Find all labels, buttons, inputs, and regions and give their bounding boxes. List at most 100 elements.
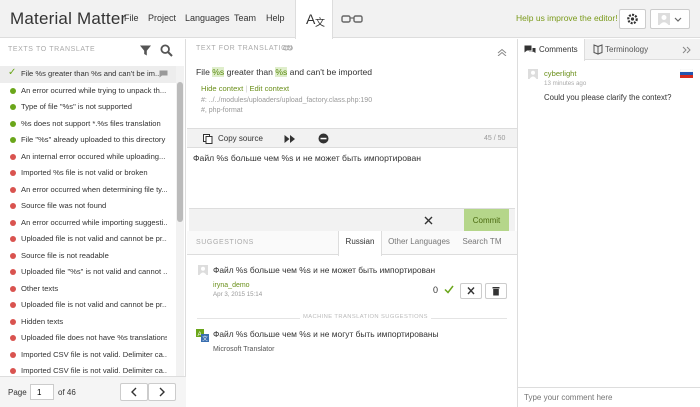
suggestion-text[interactable]: Файл %s больше чем %s и не может быть им… (213, 265, 435, 275)
list-item[interactable]: Hidden texts (0, 314, 176, 331)
list-item[interactable]: Imported %s file is not valid or broken (0, 165, 176, 182)
minus-circle-icon[interactable] (318, 133, 329, 144)
suggestions-title: SUGGESTIONS (196, 239, 254, 246)
list-item[interactable]: Uploaded file is not valid and cannot be… (0, 297, 176, 314)
commit-button[interactable]: Commit (464, 209, 509, 232)
tab-other-languages[interactable]: Other Languages (384, 231, 454, 255)
fast-forward-icon[interactable] (284, 134, 296, 144)
help-improve-link[interactable]: Help us improve the editor! (516, 13, 618, 23)
settings-button[interactable] (619, 9, 646, 29)
list-item-label: %s does not support *.%s files translati… (21, 118, 161, 128)
comments-icon (524, 45, 536, 53)
search-icon[interactable] (160, 44, 173, 57)
nav-team[interactable]: Team (234, 13, 256, 23)
list-item[interactable]: Other texts (0, 281, 176, 298)
chevron-left-icon (131, 387, 137, 397)
comment-text: Could you please clarify the context? (544, 93, 672, 102)
list-item-label: Imported %s file is not valid or broken (21, 168, 148, 177)
list-item-label: File %s greater than %s and can't be im.… (21, 69, 162, 78)
comment-input[interactable] (518, 387, 700, 407)
tab-russian[interactable]: Russian (338, 231, 382, 256)
status-dot-icon (10, 170, 16, 176)
list-item-label: Hidden texts (21, 316, 64, 326)
avatar (198, 265, 208, 275)
hide-context-link[interactable]: Hide context (201, 84, 243, 93)
proofread-mode-button[interactable] (333, 0, 371, 38)
list-item-label: Type of file "%s" is not supported (21, 102, 132, 111)
next-page-button[interactable] (148, 383, 176, 401)
char-counter: 45 / 50 (484, 135, 506, 142)
texts-list-scroll-thumb[interactable] (177, 82, 183, 222)
approve-check-icon[interactable] (444, 285, 454, 294)
book-icon (593, 44, 603, 55)
edit-context-link[interactable]: Edit context (249, 84, 289, 93)
reject-suggestion-button[interactable] (460, 283, 482, 299)
tab-terminology[interactable]: Terminology (588, 39, 668, 60)
copy-source-button[interactable]: Copy source (201, 129, 271, 149)
status-dot-icon (10, 153, 16, 160)
context-links: Hide context | Edit context (201, 84, 290, 93)
trash-icon (492, 287, 500, 296)
status-dot-icon (10, 351, 16, 358)
placeholder-token: %s (212, 67, 225, 77)
list-item[interactable]: Imported CSV file is not valid. Delimite… (0, 363, 176, 376)
machine-suggestion-text[interactable]: Файл %s больше чем %s и не могут быть им… (213, 329, 439, 339)
placeholder-token: %s (275, 67, 288, 77)
tab-terminology-label: Terminology (605, 45, 649, 54)
list-item[interactable]: ✓ File %s greater than %s and can't be im… (0, 66, 176, 83)
list-item-label: An error occurred while importing sugges… (21, 217, 167, 227)
suggestion-item: Файл %s больше чем %s и не может быть им… (187, 257, 517, 305)
delete-suggestion-button[interactable] (485, 283, 507, 299)
list-item[interactable]: Uploaded file is not valid and cannot be… (0, 231, 176, 248)
page-total: of 46 (58, 388, 76, 397)
list-item[interactable]: Source file is not readable (0, 248, 176, 265)
page-number-input[interactable] (30, 384, 54, 400)
list-item-label: Uploaded file is not valid and cannot be… (21, 300, 167, 309)
prev-page-button[interactable] (120, 383, 148, 401)
list-item-label: Imported CSV file is not valid. Delimite… (21, 366, 167, 375)
editor-panel: TEXT FOR TRANSLATION File %s greater tha… (187, 39, 517, 407)
status-dot-icon (10, 219, 16, 226)
list-item[interactable]: An error occurred when determining file … (0, 182, 176, 199)
link-icon[interactable] (283, 44, 293, 52)
suggestion-author[interactable]: iryna_demo (213, 282, 250, 289)
list-item[interactable]: Uploaded file "%s" is not valid and cann… (0, 264, 176, 281)
nav-help[interactable]: Help (266, 13, 285, 23)
user-icon (658, 13, 682, 25)
machine-suggestion-item: A 文 Файл %s больше чем %s и не могут быт… (187, 325, 517, 359)
user-menu-button[interactable] (650, 9, 690, 29)
editor-toolbar: Copy source 45 / 50 (187, 128, 517, 148)
list-item[interactable]: Source file was not found (0, 198, 176, 215)
translate-mode-button[interactable]: A 文 (295, 0, 333, 39)
glasses-icon (341, 15, 363, 23)
list-item-label: Other texts (21, 283, 59, 293)
collapse-icon[interactable] (497, 48, 507, 56)
nav-file[interactable]: File (124, 13, 139, 23)
list-item[interactable]: An internal error occured while uploadin… (0, 149, 176, 166)
translator-icon: A 文 (196, 329, 209, 342)
list-item[interactable]: An error ocurred while trying to unpack … (0, 83, 176, 100)
filter-icon[interactable] (139, 44, 152, 57)
list-item[interactable]: Imported CSV file is not valid. Delimite… (0, 347, 176, 364)
russian-flag-icon (680, 69, 693, 78)
tab-search-tm[interactable]: Search TM (455, 231, 509, 255)
suggestions-header: SUGGESTIONS Russian Other Languages Sear… (187, 231, 517, 256)
tab-comments[interactable]: Comments (518, 39, 585, 61)
translation-textarea[interactable]: Файл %s больше чем %s и не может быть им… (189, 149, 515, 207)
page-label: Page (8, 388, 27, 397)
comment-author[interactable]: cyberlight (544, 69, 577, 78)
list-item[interactable]: An error occurred while importing sugges… (0, 215, 176, 232)
context-format: #, php-format (201, 107, 243, 114)
list-item[interactable]: Type of file "%s" is not supported (0, 99, 176, 116)
source-text: File %s greater than %s and can't be imp… (196, 67, 373, 77)
nav-project[interactable]: Project (148, 13, 176, 23)
list-item[interactable]: %s does not support *.%s files translati… (0, 116, 176, 133)
list-item[interactable]: Uploaded file does not have %s translati… (0, 330, 176, 347)
clear-icon[interactable] (424, 216, 433, 225)
source-title: TEXT FOR TRANSLATION (196, 45, 293, 52)
list-item[interactable]: File "%s" already uploaded to this direc… (0, 132, 176, 149)
context-file-reference: #: ../../modules/uploaders/upload_factor… (201, 97, 373, 104)
expand-panel-icon[interactable] (682, 46, 691, 54)
nav-languages[interactable]: Languages (185, 13, 230, 23)
check-icon: ✓ (8, 67, 17, 78)
